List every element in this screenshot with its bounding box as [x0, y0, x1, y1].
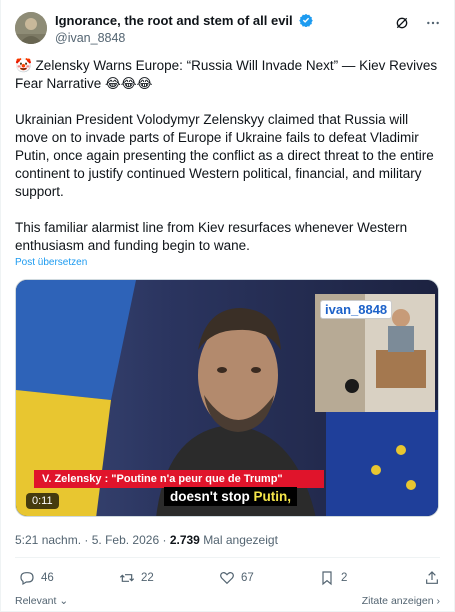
quotes-label: Zitate anzeigen	[361, 595, 434, 607]
repost-count: 22	[141, 572, 154, 584]
divider	[15, 557, 440, 558]
author-display-name[interactable]: Ignorance, the root and stem of all evil	[55, 13, 293, 28]
bookmark-icon	[322, 571, 332, 586]
grok-icon[interactable]	[394, 15, 410, 31]
share-icon	[426, 571, 438, 584]
reply-count: 46	[41, 572, 54, 584]
video-player[interactable]: ivan_8848 V. Zelensky : "Poutine n'a peu…	[15, 279, 439, 517]
post-time[interactable]: 5:21 nachm.	[15, 533, 81, 547]
subtitle-highlight: Putin,	[253, 489, 291, 504]
bookmark-button[interactable]: 2	[319, 570, 347, 586]
author-name-row[interactable]: Ignorance, the root and stem of all evil	[55, 13, 314, 30]
bookmark-count: 2	[341, 572, 348, 584]
avatar-image	[15, 12, 47, 44]
action-bar: 46 22 67 2	[15, 570, 440, 588]
post-card: Ignorance, the root and stem of all evil…	[0, 0, 455, 612]
reply-button[interactable]: 46	[19, 570, 54, 586]
video-subtitle: doesn't stop Putin,	[164, 487, 297, 506]
meta-separator-2: ·	[162, 533, 167, 547]
post-paragraph-2: This familiar alarmist line from Kiev re…	[15, 220, 408, 253]
inset-watermark-label: ivan_8848	[320, 300, 393, 319]
author-handle[interactable]: @ivan_8848	[55, 31, 125, 45]
heart-icon	[220, 571, 234, 585]
post-header: Ignorance, the root and stem of all evil…	[15, 12, 442, 46]
post-paragraph-1: Ukrainian President Volodymyr Zelenskyy …	[15, 112, 434, 199]
more-options-icon[interactable]	[424, 15, 442, 31]
reply-icon	[20, 572, 34, 586]
post-title: 🤡 Zelensky Warns Europe: “Russia Will In…	[15, 58, 438, 91]
sort-dropdown[interactable]: Relevant ⌄	[15, 595, 68, 607]
translate-link[interactable]: Post übersetzen	[15, 257, 87, 268]
meta-separator: ·	[84, 533, 89, 547]
view-count: 2.739	[169, 533, 200, 547]
subtitle-text: doesn't stop	[170, 489, 254, 504]
header-actions	[394, 15, 442, 31]
like-button[interactable]: 67	[219, 570, 254, 586]
sort-label: Relevant	[15, 595, 57, 607]
avatar[interactable]	[15, 12, 47, 44]
quotes-link[interactable]: Zitate anzeigen ›	[362, 595, 440, 607]
news-caption-banner: V. Zelensky : "Poutine n'a peur que de T…	[34, 470, 324, 488]
share-button[interactable]	[424, 570, 440, 586]
repost-icon	[119, 574, 135, 582]
post-meta: 5:21 nachm. · 5. Feb. 2026 · 2.739 Mal a…	[15, 533, 278, 547]
verified-badge-icon	[299, 13, 314, 30]
like-count: 67	[241, 572, 254, 584]
post-date[interactable]: 5. Feb. 2026	[92, 533, 159, 547]
chevron-right-icon: ›	[436, 595, 441, 607]
chevron-down-icon: ⌄	[59, 595, 69, 607]
view-count-label: Mal angezeigt	[203, 533, 278, 547]
repost-button[interactable]: 22	[119, 570, 154, 586]
video-timecode: 0:11	[26, 493, 59, 509]
